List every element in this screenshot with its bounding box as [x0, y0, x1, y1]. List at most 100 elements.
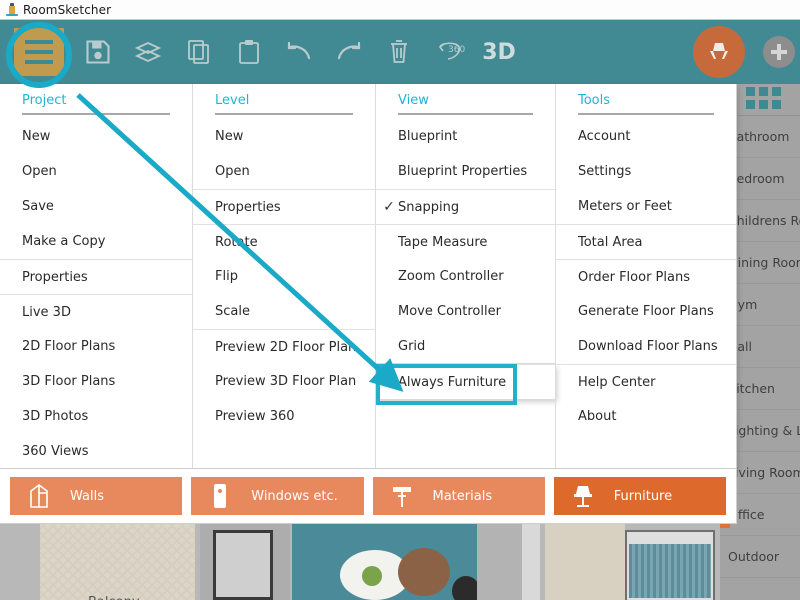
paint-roller-icon	[385, 484, 419, 508]
menu-item-label: Make a Copy	[22, 234, 105, 249]
wall-house-icon	[22, 484, 56, 508]
menu-item-label: Generate Floor Plans	[578, 304, 714, 319]
menu-item-label: Open	[22, 164, 57, 179]
360-icon[interactable]: 360	[425, 28, 473, 76]
main-toolbar: 360 3D	[0, 20, 800, 84]
copy-icon[interactable]	[175, 28, 223, 76]
menu-item-save[interactable]: Save	[0, 189, 192, 224]
menu-item-download-floor-plans[interactable]: Download Floor Plans	[556, 329, 736, 364]
menu-item-label: Scale	[215, 304, 250, 319]
menu-column-rule	[215, 113, 353, 115]
furniture-chair-icon	[566, 484, 600, 508]
menu-item-properties[interactable]: Properties	[0, 259, 192, 294]
menu-item-preview-2d-floor-plan[interactable]: Preview 2D Floor Plan	[193, 329, 375, 364]
round-table-furniture	[398, 548, 450, 596]
menu-item-level-new[interactable]: New	[193, 119, 375, 154]
menu-item-help-center[interactable]: Help Center	[556, 364, 736, 399]
menu-item-flip[interactable]: Flip	[193, 259, 375, 294]
sofa-furniture	[213, 530, 273, 600]
menu-item-meters-or-feet[interactable]: Meters or Feet	[556, 189, 736, 224]
menu-item-level-open[interactable]: Open	[193, 154, 375, 189]
menu-item-label: Tape Measure	[398, 235, 487, 250]
menu-column-rule	[578, 113, 714, 115]
menu-item-blueprint[interactable]: Blueprint	[376, 119, 555, 154]
menu-item-label: Save	[22, 199, 54, 214]
menu-item-snapping[interactable]: ✓ Snapping	[376, 189, 555, 224]
svg-text:360: 360	[448, 45, 465, 55]
menu-item-3d-photos[interactable]: 3D Photos	[0, 399, 192, 434]
window-title: RoomSketcher	[23, 3, 111, 17]
menu-item-label: Preview 2D Floor Plan	[215, 340, 356, 355]
window-door-icon	[203, 483, 237, 509]
balcony-area	[40, 523, 195, 600]
add-button[interactable]	[763, 36, 795, 68]
sidebar-item-outdoor[interactable]: Outdoor	[720, 536, 800, 578]
menu-item-grid[interactable]: Grid	[376, 329, 555, 364]
menu-item-label: New	[215, 129, 243, 144]
menu-item-move-controller[interactable]: Move Controller	[376, 294, 555, 329]
menu-column-title-tools: Tools	[556, 84, 736, 113]
walls-button[interactable]: Walls	[10, 477, 182, 515]
menu-item-settings[interactable]: Settings	[556, 154, 736, 189]
menu-item-rotate[interactable]: Rotate	[193, 224, 375, 259]
menu-item-live-3d[interactable]: Live 3D	[0, 294, 192, 329]
menu-item-label: Help Center	[578, 375, 656, 390]
menu-item-level-properties[interactable]: Properties	[193, 189, 375, 224]
menu-item-label: Open	[215, 164, 250, 179]
menu-item-label: Settings	[578, 164, 631, 179]
menu-item-zoom-controller[interactable]: Zoom Controller	[376, 259, 555, 294]
menu-item-label: Download Floor Plans	[578, 339, 718, 354]
menu-item-label: Order Floor Plans	[578, 270, 690, 285]
layers-icon[interactable]	[124, 28, 172, 76]
undo-icon[interactable]	[275, 28, 323, 76]
menu-item-label: Rotate	[215, 235, 258, 250]
menu-item-generate-floor-plans[interactable]: Generate Floor Plans	[556, 294, 736, 329]
menu-item-label: Preview 3D Floor Plan	[215, 374, 356, 389]
main-menu-panel: Project New Open Save Make a Copy Proper…	[0, 84, 737, 469]
materials-button[interactable]: Materials	[373, 477, 545, 515]
menu-column-level: Level New Open Properties Rotate Flip Sc…	[192, 84, 375, 468]
menu-item-label: 360 Views	[22, 444, 89, 459]
menu-item-about[interactable]: About	[556, 399, 736, 434]
menu-item-account[interactable]: Account	[556, 119, 736, 154]
room-label-balcony: Balcony	[88, 595, 140, 600]
menu-item-2d-floor-plans[interactable]: 2D Floor Plans	[0, 329, 192, 364]
menu-column-rule	[398, 113, 533, 115]
roomsketcher-logo-icon	[6, 3, 18, 16]
menu-column-view: View Blueprint Blueprint Properties ✓ Sn…	[375, 84, 555, 468]
menu-item-tape-measure[interactable]: Tape Measure	[376, 224, 555, 259]
menu-column-rule	[22, 113, 170, 115]
menu-item-new[interactable]: New	[0, 119, 192, 154]
menu-item-blueprint-properties[interactable]: Blueprint Properties	[376, 154, 555, 189]
menu-item-make-a-copy[interactable]: Make a Copy	[0, 224, 192, 259]
checkmark-icon: ✓	[382, 375, 396, 389]
windows-button-label: Windows etc.	[237, 489, 338, 504]
menu-item-label: Blueprint Properties	[398, 164, 527, 179]
menu-item-label: Properties	[215, 200, 281, 215]
3d-icon[interactable]: 3D	[475, 28, 523, 76]
menu-item-total-area[interactable]: Total Area	[556, 224, 736, 259]
trash-icon[interactable]	[375, 28, 423, 76]
checkmark-icon: ✓	[382, 200, 396, 214]
menu-item-3d-floor-plans[interactable]: 3D Floor Plans	[0, 364, 192, 399]
menu-item-label: Properties	[22, 270, 88, 285]
redo-icon[interactable]	[325, 28, 373, 76]
windows-button[interactable]: Windows etc.	[191, 477, 363, 515]
menu-item-label: Live 3D	[22, 305, 71, 320]
roomsketcher-app-window: RoomSketcher Balcony Bathroom Bedroom Ch…	[0, 0, 800, 600]
menu-item-scale[interactable]: Scale	[193, 294, 375, 329]
menu-item-open[interactable]: Open	[0, 154, 192, 189]
menu-item-label: 3D Photos	[22, 409, 88, 424]
hamburger-menu-button[interactable]	[14, 28, 64, 76]
menu-item-label: Account	[578, 129, 631, 144]
paste-icon[interactable]	[225, 28, 273, 76]
furniture-button[interactable]: Furniture	[554, 477, 726, 515]
save-icon[interactable]	[74, 28, 122, 76]
menu-item-label: Flip	[215, 269, 238, 284]
menu-item-always-furniture[interactable]: ✓ Always Furniture	[376, 364, 555, 399]
menu-item-order-floor-plans[interactable]: Order Floor Plans	[556, 259, 736, 294]
menu-item-preview-3d-floor-plan[interactable]: Preview 3D Floor Plan	[193, 364, 375, 399]
furniture-avatar-icon[interactable]	[693, 26, 745, 78]
menu-item-360-views[interactable]: 360 Views	[0, 434, 192, 469]
menu-item-preview-360[interactable]: Preview 360	[193, 399, 375, 434]
